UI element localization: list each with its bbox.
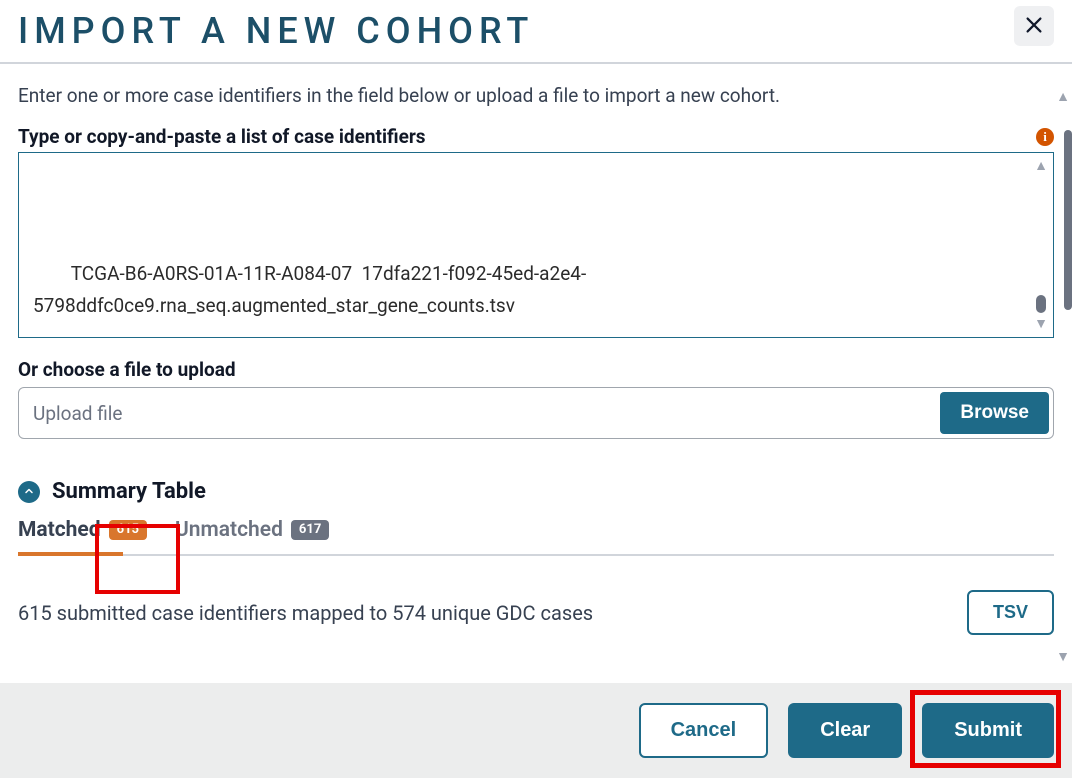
scroll-down-icon[interactable]: ▼: [1034, 317, 1048, 331]
summary-header: Summary Table: [18, 479, 1054, 504]
result-row: 615 submitted case identifiers mapped to…: [18, 590, 1054, 635]
identifiers-text-content: . TCGA-B6-A0RS-01A-11R-A084-07 17dfa221-…: [19, 153, 1053, 338]
scroll-thumb[interactable]: [1036, 295, 1046, 313]
tab-matched-label: Matched: [18, 518, 101, 542]
tab-unmatched-label: Unmatched: [175, 518, 283, 542]
modal-footer: Cancel Clear Submit: [0, 683, 1072, 778]
tab-unmatched-badge: 617: [291, 520, 329, 541]
result-text: 615 submitted case identifiers mapped to…: [18, 601, 593, 625]
tab-unmatched[interactable]: Unmatched 617: [175, 518, 329, 542]
identifiers-label-row: Type or copy-and-paste a list of case id…: [18, 125, 1054, 148]
upload-placeholder[interactable]: Upload file: [19, 388, 936, 438]
submit-button[interactable]: Submit: [922, 703, 1054, 758]
chevron-up-icon: [23, 482, 35, 501]
summary-title: Summary Table: [52, 479, 206, 504]
tab-matched[interactable]: Matched 615: [18, 518, 147, 542]
outer-scroll-down-icon[interactable]: ▼: [1056, 648, 1070, 665]
tsv-button[interactable]: TSV: [967, 590, 1054, 635]
instruction-text: Enter one or more case identifiers in th…: [18, 84, 1054, 107]
identifiers-textarea[interactable]: . TCGA-B6-A0RS-01A-11R-A084-07 17dfa221-…: [18, 152, 1054, 338]
textarea-scrollbar[interactable]: ▲ ▼: [1033, 159, 1049, 331]
outer-scroll-thumb[interactable]: [1064, 130, 1072, 310]
modal-header: IMPORT A NEW COHORT: [0, 0, 1072, 64]
clear-button[interactable]: Clear: [788, 703, 902, 758]
scroll-up-icon[interactable]: ▲: [1034, 159, 1048, 173]
import-cohort-modal: IMPORT A NEW COHORT Enter one or more ca…: [0, 0, 1072, 778]
identifier-line-1: TCGA-B6-A0RS-01A-11R-A084-07 17dfa221-f0…: [33, 262, 586, 316]
upload-row: Upload file Browse: [18, 387, 1054, 439]
active-tab-underline: [18, 552, 123, 556]
close-icon: [1023, 14, 1045, 39]
browse-button[interactable]: Browse: [940, 392, 1049, 434]
identifiers-label: Type or copy-and-paste a list of case id…: [18, 125, 426, 148]
tabs-row: Matched 615 Unmatched 617: [18, 518, 1054, 556]
close-button[interactable]: [1014, 6, 1054, 46]
tab-matched-badge: 615: [109, 520, 147, 541]
summary-toggle-button[interactable]: [18, 481, 40, 503]
outer-scroll-up-icon[interactable]: ▲: [1056, 88, 1070, 105]
cancel-button[interactable]: Cancel: [639, 703, 769, 758]
modal-title: IMPORT A NEW COHORT: [18, 10, 534, 52]
modal-body: Enter one or more case identifiers in th…: [0, 64, 1072, 635]
info-icon[interactable]: i: [1036, 128, 1054, 146]
upload-label: Or choose a file to upload: [18, 358, 1054, 381]
